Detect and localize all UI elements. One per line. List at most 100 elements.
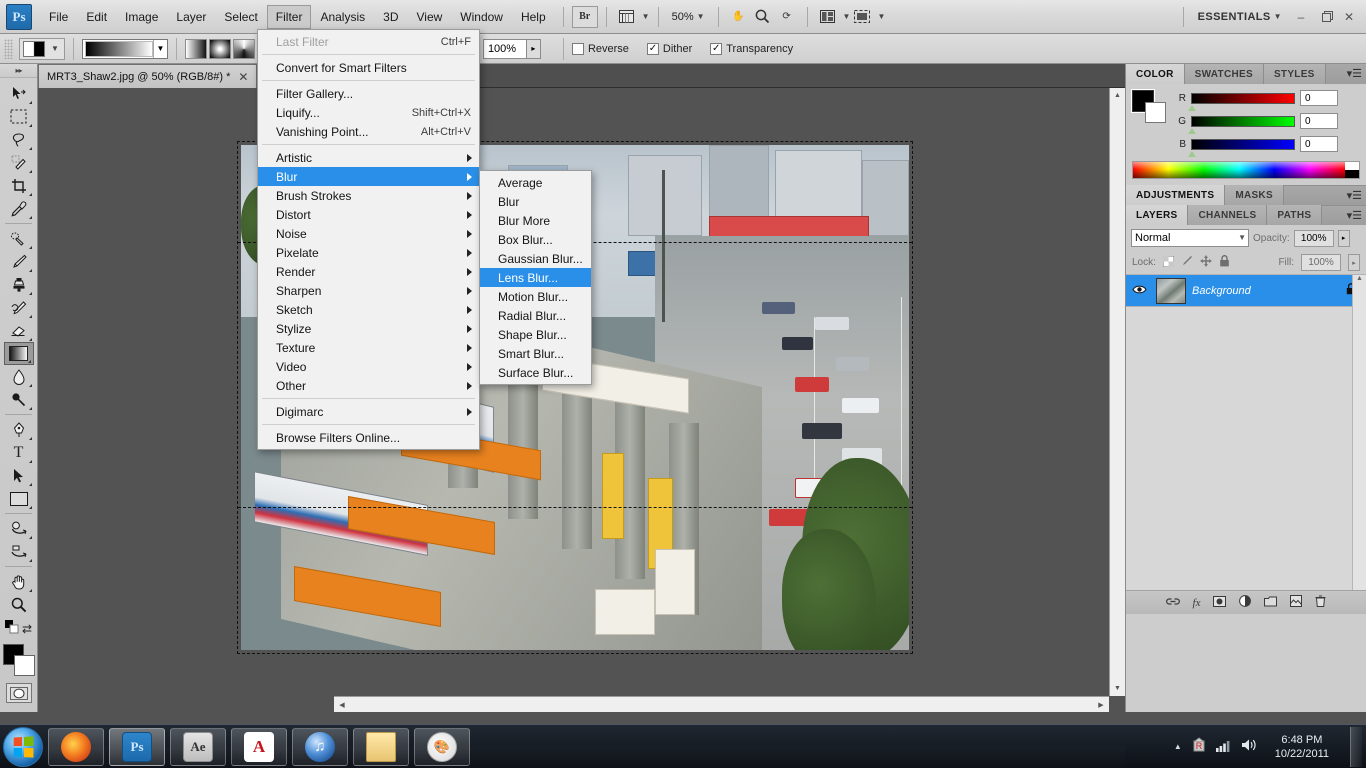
channel-r-slider[interactable] xyxy=(1191,93,1295,104)
channel-b-thumb[interactable] xyxy=(1188,151,1196,157)
opacity-slider-button[interactable]: ▸ xyxy=(527,39,541,59)
pen-tool[interactable] xyxy=(4,418,34,441)
tab-paths[interactable]: PATHS xyxy=(1267,205,1322,225)
color-panel-swatches[interactable] xyxy=(1132,90,1168,124)
tab-masks[interactable]: MASKS xyxy=(1225,185,1284,205)
submenu-item-box-blur[interactable]: Box Blur... xyxy=(480,230,591,249)
submenu-item-motion-blur[interactable]: Motion Blur... xyxy=(480,287,591,306)
3d-rotate-tool[interactable] xyxy=(4,517,34,540)
show-hidden-icons-icon[interactable]: ▲ xyxy=(1174,742,1182,751)
arrange-documents-icon[interactable] xyxy=(816,6,840,28)
menu-item-digimarc[interactable]: Digimarc xyxy=(258,402,479,421)
menu-item-brush-strokes[interactable]: Brush Strokes xyxy=(258,186,479,205)
scroll-down-arrow-icon[interactable]: ▼ xyxy=(1110,681,1125,696)
volume-tray-icon[interactable] xyxy=(1241,738,1258,755)
layers-panel-menu-icon[interactable]: ▾☰ xyxy=(1347,209,1362,222)
reverse-option[interactable]: Reverse xyxy=(572,43,633,55)
menu-item-noise[interactable]: Noise xyxy=(258,224,479,243)
tab-adjustments[interactable]: ADJUSTMENTS xyxy=(1126,185,1225,205)
blur-submenu[interactable]: Average Blur Blur More Box Blur... Gauss… xyxy=(479,170,592,385)
layer-fill-value[interactable]: 100% xyxy=(1301,254,1341,271)
window-minimize-button[interactable]: – xyxy=(1288,7,1314,27)
color-spectrum-whiteblack[interactable] xyxy=(1345,162,1359,178)
menu-item-other[interactable]: Other xyxy=(258,376,479,395)
new-group-icon[interactable] xyxy=(1264,596,1277,610)
menu-file[interactable]: File xyxy=(40,5,77,29)
dither-checkbox[interactable]: ✓ xyxy=(647,43,659,55)
document-tab[interactable]: MRT3_Shaw2.jpg @ 50% (RGB/8#) * ✕ xyxy=(38,64,257,88)
submenu-item-surface-blur[interactable]: Surface Blur... xyxy=(480,363,591,382)
submenu-item-blur-more[interactable]: Blur More xyxy=(480,211,591,230)
gradient-tool[interactable] xyxy=(4,342,34,365)
horizontal-type-tool[interactable]: T xyxy=(4,441,34,464)
gradient-type-angle-button[interactable] xyxy=(233,39,255,59)
menu-item-blur[interactable]: Blur xyxy=(258,167,479,186)
adjustment-layer-icon[interactable] xyxy=(1239,595,1251,610)
gradient-chevron-down-icon[interactable]: ▼ xyxy=(153,40,167,58)
hand-tool[interactable] xyxy=(4,570,34,593)
tab-layers[interactable]: LAYERS xyxy=(1126,205,1188,225)
quick-mask-toggle-icon[interactable] xyxy=(6,683,32,703)
move-tool[interactable] xyxy=(4,82,34,105)
lock-position-icon[interactable] xyxy=(1200,255,1212,270)
document-tab-close-icon[interactable]: ✕ xyxy=(238,70,248,84)
view-extras-chevron-down-icon[interactable]: ▼ xyxy=(642,12,650,21)
lock-transparency-icon[interactable] xyxy=(1163,256,1174,270)
arrange-chevron-down-icon[interactable]: ▼ xyxy=(843,12,851,21)
tool-preset-picker[interactable]: ▼ xyxy=(19,38,65,60)
gradient-preset-picker[interactable]: ▼ xyxy=(82,39,168,59)
taskbar-item-itunes[interactable]: ♫ xyxy=(292,728,348,766)
transparency-option[interactable]: ✓ Transparency xyxy=(710,43,797,55)
menu-select[interactable]: Select xyxy=(215,5,266,29)
channel-g-value[interactable]: 0 xyxy=(1300,113,1338,129)
taskbar-item-paint[interactable]: 🎨 xyxy=(414,728,470,766)
menu-item-artistic[interactable]: Artistic xyxy=(258,148,479,167)
submenu-item-smart-blur[interactable]: Smart Blur... xyxy=(480,344,591,363)
canvas-horizontal-scrollbar[interactable]: ◀ ▶ xyxy=(334,696,1109,712)
channel-r-value[interactable]: 0 xyxy=(1300,90,1338,106)
opacity-input[interactable]: 100% xyxy=(483,39,527,59)
reverse-checkbox[interactable] xyxy=(572,43,584,55)
menu-item-sharpen[interactable]: Sharpen xyxy=(258,281,479,300)
menu-layer[interactable]: Layer xyxy=(167,5,215,29)
3d-orbit-tool[interactable] xyxy=(4,540,34,563)
lock-all-icon[interactable] xyxy=(1219,255,1230,270)
show-desktop-button[interactable] xyxy=(1350,727,1362,767)
tab-swatches[interactable]: SWATCHES xyxy=(1185,64,1264,84)
delete-layer-icon[interactable] xyxy=(1315,595,1326,610)
menu-edit[interactable]: Edit xyxy=(77,5,116,29)
launch-bridge-button[interactable]: Br xyxy=(572,6,598,28)
channel-g-slider[interactable] xyxy=(1191,116,1295,127)
menu-item-liquify[interactable]: Liquify... Shift+Ctrl+X xyxy=(258,103,479,122)
menu-help[interactable]: Help xyxy=(512,5,555,29)
zoom-tool-icon[interactable] xyxy=(751,6,775,28)
color-panel-background-swatch[interactable] xyxy=(1145,102,1166,123)
layers-list[interactable]: Background ▲ ▼ fx xyxy=(1126,274,1366,614)
channel-r-thumb[interactable] xyxy=(1188,105,1196,111)
menu-item-distort[interactable]: Distort xyxy=(258,205,479,224)
start-button[interactable] xyxy=(3,727,43,767)
scroll-right-arrow-icon[interactable]: ▶ xyxy=(1093,697,1109,712)
dither-option[interactable]: ✓ Dither xyxy=(647,43,696,55)
rectangular-marquee-tool[interactable] xyxy=(4,105,34,128)
layer-opacity-slider-button[interactable]: ▸ xyxy=(1338,230,1350,247)
swap-colors-icon[interactable]: ⇄ xyxy=(22,622,32,636)
spectrum-black-swatch[interactable] xyxy=(1345,170,1359,178)
screen-mode-icon[interactable] xyxy=(850,6,874,28)
eraser-tool[interactable] xyxy=(4,319,34,342)
eyedropper-tool[interactable] xyxy=(4,197,34,220)
network-tray-icon[interactable] xyxy=(1216,739,1232,755)
rotate-view-tool-icon[interactable]: ⟳ xyxy=(775,6,799,28)
submenu-item-lens-blur[interactable]: Lens Blur... xyxy=(480,268,591,287)
menu-analysis[interactable]: Analysis xyxy=(311,5,374,29)
path-selection-tool[interactable] xyxy=(4,464,34,487)
layer-row-background[interactable]: Background xyxy=(1126,275,1366,307)
menu-3d[interactable]: 3D xyxy=(374,5,407,29)
scroll-left-arrow-icon[interactable]: ◀ xyxy=(334,697,350,712)
channel-g-thumb[interactable] xyxy=(1188,128,1196,134)
tab-color[interactable]: COLOR xyxy=(1126,64,1185,84)
menu-item-vanishing-point[interactable]: Vanishing Point... Alt+Ctrl+V xyxy=(258,122,479,141)
menu-filter[interactable]: Filter xyxy=(267,5,312,29)
tab-styles[interactable]: STYLES xyxy=(1264,64,1326,84)
quick-selection-tool[interactable] xyxy=(4,151,34,174)
